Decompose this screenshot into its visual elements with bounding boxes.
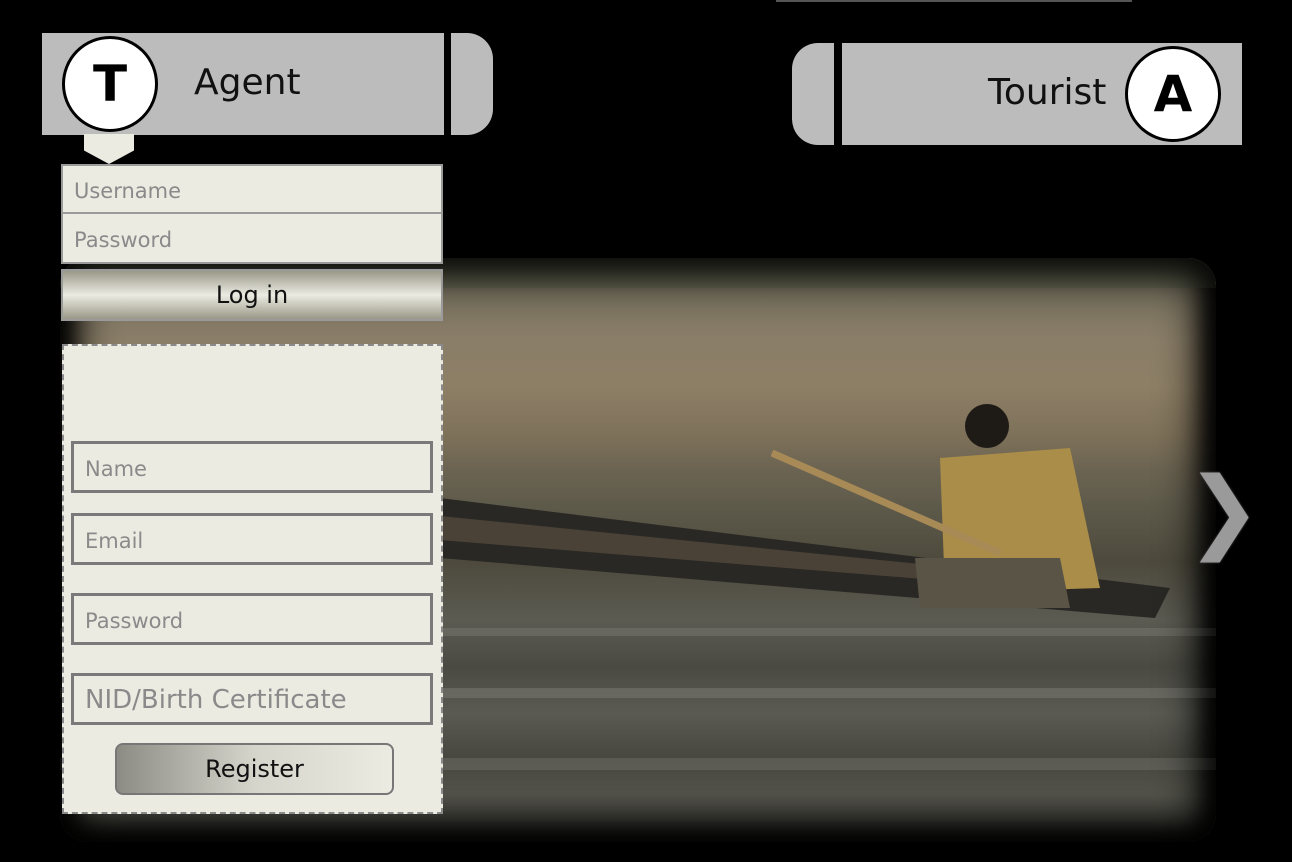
register-password-placeholder: Password bbox=[85, 609, 184, 633]
register-email-input[interactable]: Email bbox=[71, 513, 433, 565]
username-input[interactable]: Username bbox=[63, 166, 441, 214]
nid-placeholder: NID/Birth Certificate bbox=[85, 685, 347, 715]
tourist-tab-label: Tourist bbox=[988, 72, 1107, 113]
password-placeholder: Password bbox=[74, 228, 173, 252]
email-placeholder: Email bbox=[85, 529, 144, 553]
agent-tab-cap[interactable] bbox=[451, 33, 493, 135]
password-input[interactable]: Password bbox=[63, 214, 441, 262]
tourist-badge-letter: A bbox=[1153, 65, 1193, 123]
register-password-input[interactable]: Password bbox=[71, 593, 433, 645]
login-button[interactable]: Log in bbox=[61, 269, 443, 321]
tourist-badge-icon: A bbox=[1125, 46, 1221, 142]
username-placeholder: Username bbox=[74, 179, 182, 203]
top-divider bbox=[776, 0, 1132, 2]
carousel-next-icon[interactable]: ❯ bbox=[1186, 466, 1261, 556]
name-placeholder: Name bbox=[85, 457, 147, 481]
agent-badge-icon: T bbox=[62, 36, 158, 132]
register-nid-input[interactable]: NID/Birth Certificate bbox=[71, 673, 433, 725]
agent-tab-label: Agent bbox=[194, 62, 301, 103]
tab-pointer bbox=[84, 134, 134, 164]
agent-badge-letter: T bbox=[92, 55, 128, 113]
register-name-input[interactable]: Name bbox=[71, 441, 433, 493]
register-button[interactable]: Register bbox=[115, 743, 394, 795]
login-form: Username Password bbox=[61, 164, 443, 264]
tourist-tab-cap[interactable] bbox=[792, 43, 834, 145]
